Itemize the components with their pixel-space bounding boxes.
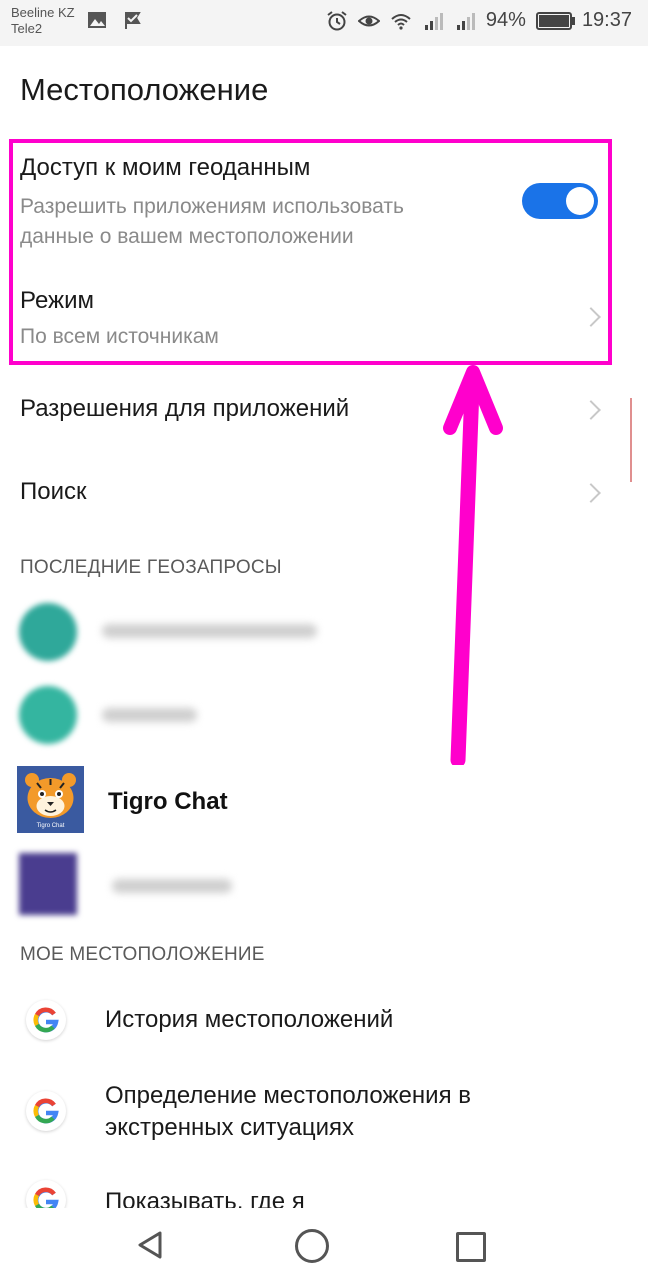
blurred-app-name [112, 879, 232, 893]
battery-icon [535, 11, 575, 30]
clock: 19:37 [581, 9, 632, 31]
eye-icon [357, 15, 380, 26]
navigation-bar [0, 1208, 648, 1284]
google-icon [26, 1091, 66, 1131]
chevron-right-icon [581, 483, 601, 503]
recent-requests-header: ПОСЛЕДНИЕ ГЕОЗАПРОСЫ [20, 557, 282, 578]
app-icon [19, 603, 77, 661]
location-history-label: История местоположений [105, 1006, 394, 1033]
emergency-location-line1: Определение местоположения в [105, 1082, 471, 1109]
wifi-icon [391, 13, 411, 30]
check-flag-icon [125, 12, 141, 29]
chevron-right-icon [581, 400, 601, 420]
search-title: Поиск [20, 478, 87, 505]
tigro-chat-logo: Tigro Chat [17, 766, 84, 833]
signal-icon-2 [456, 12, 475, 30]
app-permissions-title: Разрешения для приложений [20, 395, 350, 422]
google-icon [26, 1000, 66, 1040]
system-icons: 94% 19:37 [326, 9, 632, 32]
emergency-location-line2: экстренных ситуациях [105, 1114, 355, 1141]
recents-icon[interactable] [456, 1232, 486, 1262]
tigro-chat-label: Tigro Chat [108, 788, 228, 815]
carrier-secondary: Tele2 [11, 21, 43, 36]
signal-icon [424, 12, 443, 30]
scroll-edge [630, 398, 632, 482]
annotation-highlight-box [9, 139, 612, 365]
image-icon [88, 12, 106, 28]
app-icon [19, 853, 77, 915]
blurred-app-name [102, 708, 197, 722]
annotation-arrow [443, 365, 503, 765]
battery-percent: 94% [485, 9, 526, 31]
alarm-icon [327, 10, 347, 30]
page-title: Местоположение [20, 72, 269, 107]
emergency-location-label: Определение местоположения в экстренных … [105, 1080, 471, 1144]
carrier-names: Beeline KZ Tele2 [11, 5, 75, 37]
back-icon[interactable] [136, 1230, 166, 1260]
app-icon [19, 686, 77, 744]
carrier-primary: Beeline KZ [11, 5, 75, 20]
notification-icons [86, 9, 144, 31]
my-location-header: МОЕ МЕСТОПОЛОЖЕНИЕ [20, 944, 265, 965]
status-bar: Beeline KZ Tele2 94% 19:37 [0, 0, 648, 46]
blurred-app-name [102, 624, 317, 638]
home-icon[interactable] [295, 1229, 329, 1263]
tigro-chat-logo-caption: Tigro Chat [36, 823, 65, 829]
